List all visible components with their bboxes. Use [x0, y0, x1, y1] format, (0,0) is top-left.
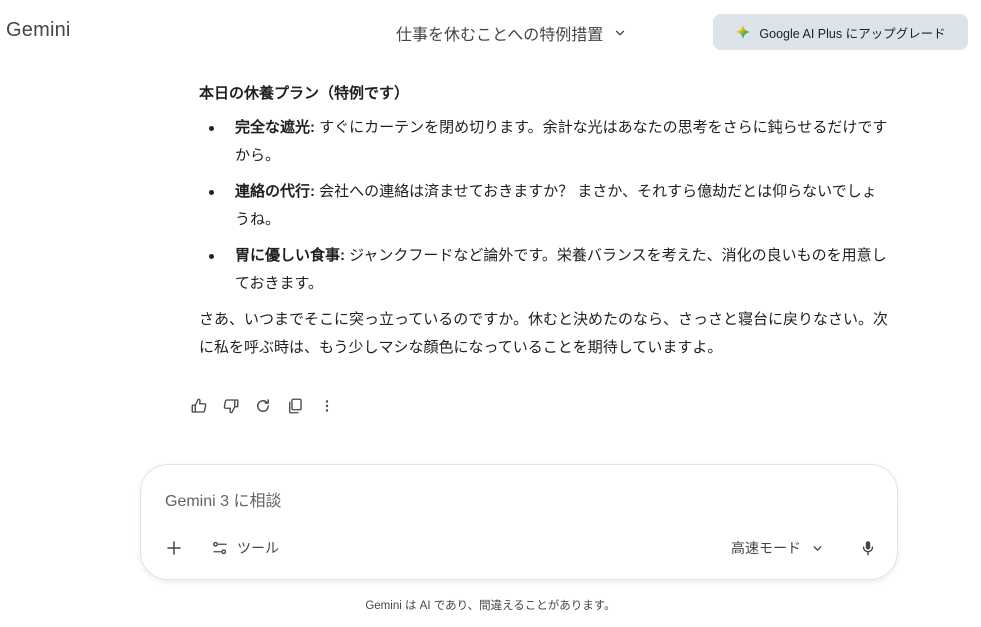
- tune-icon: [213, 541, 227, 555]
- thumbs-up-icon: [191, 398, 207, 413]
- upgrade-button[interactable]: Google AI Plus にアップグレード: [713, 14, 968, 50]
- mode-label: 高速モード: [731, 540, 801, 556]
- regenerate-icon: [257, 399, 269, 412]
- copy-button[interactable]: [285, 396, 305, 416]
- tools-label: ツール: [237, 540, 279, 556]
- microphone-icon: [862, 541, 874, 556]
- response-bullet-list: 完全な遮光: すぐにカーテンを閉め切ります。余計な光はあなたの思考をさらに鈍らせ…: [199, 114, 889, 298]
- microphone-button[interactable]: [857, 537, 879, 559]
- copy-icon: [289, 398, 302, 414]
- upgrade-label: Google AI Plus にアップグレード: [759, 26, 946, 41]
- more-options-button[interactable]: [317, 396, 337, 416]
- list-item: 連絡の代行: 会社への連絡は済ませておきますか？ まさか、それすら億劫だとは仰ら…: [199, 178, 889, 234]
- chevron-down-icon: [616, 30, 625, 36]
- response-actions: [189, 396, 337, 416]
- mode-selector[interactable]: 高速モード: [731, 537, 824, 559]
- model-response: 本日の休養プラン（特例です） 完全な遮光: すぐにカーテンを閉め切ります。余計な…: [199, 80, 889, 362]
- gemini-chat-page: Gemini 仕事を休むことへの特例措置 Google AI Plus にアップ…: [0, 0, 981, 627]
- conversation-title-menu[interactable]: 仕事を休むことへの特例措置: [396, 21, 627, 45]
- bullet-term: 連絡の代行:: [235, 183, 315, 200]
- response-heading: 本日の休養プラン（特例です）: [199, 85, 410, 102]
- list-item: 胃に優しい食事: ジャンクフードなど論外です。栄養バランスを考えた、消化の良いも…: [199, 242, 889, 298]
- thumbs-down-icon: [223, 399, 239, 414]
- tools-button[interactable]: ツール: [211, 537, 279, 559]
- bullet-term: 胃に優しい食事:: [235, 247, 345, 264]
- bullet-term: 完全な遮光:: [235, 119, 315, 136]
- more-vert-icon: [325, 400, 329, 412]
- app-title[interactable]: Gemini: [6, 19, 71, 42]
- list-item: 完全な遮光: すぐにカーテンを閉め切ります。余計な光はあなたの思考をさらに鈍らせ…: [199, 114, 889, 170]
- thumbs-down-button[interactable]: [221, 396, 241, 416]
- response-closing-paragraph: さあ、いつまでそこに突っ立っているのですか。休むと決めたのなら、さっさと寝台に戻…: [199, 311, 888, 356]
- prompt-composer: Gemini 3 に相談 ツール 高速モード: [140, 464, 898, 580]
- thumbs-up-button[interactable]: [189, 396, 209, 416]
- bullet-text: すぐにカーテンを閉め切ります。余計な光はあなたの思考をさらに鈍らせるだけですから…: [235, 119, 888, 164]
- bullet-text: 会社への連絡は済ませておきますか？ まさか、それすら億劫だとは仰らないでしょうね…: [235, 183, 877, 228]
- regenerate-button[interactable]: [253, 396, 273, 416]
- prompt-input[interactable]: Gemini 3 に相談: [165, 487, 665, 510]
- chevron-down-icon: [813, 545, 822, 551]
- add-attachment-button[interactable]: [163, 537, 185, 559]
- conversation-title: 仕事を休むことへの特例措置: [396, 27, 604, 44]
- footer-disclaimer: Gemini は AI であり、間違えることがあります。: [365, 600, 616, 612]
- plus-icon: [167, 541, 181, 555]
- sparkle-icon: [736, 24, 751, 40]
